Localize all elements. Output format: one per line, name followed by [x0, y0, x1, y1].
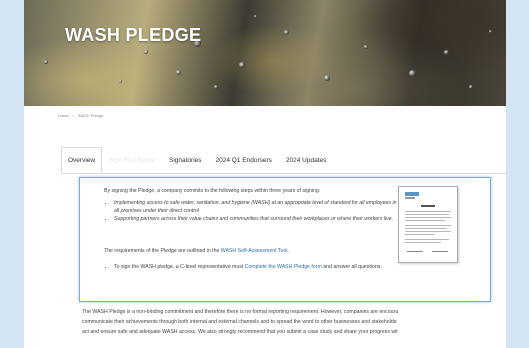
tab-signatories[interactable]: Signatories	[162, 147, 209, 173]
tab-sign-the-pledge[interactable]: Sign the Pledge	[102, 147, 162, 173]
sign-prefix: To sign the WASH pledge, a C-level repre…	[114, 264, 245, 270]
commitment-item: Supporting partners across their value c…	[114, 216, 399, 224]
hero-banner: WASH PLEDGE	[24, 0, 506, 106]
breadcrumb: Home / WASH Pledge	[58, 113, 103, 118]
page: WASH PLEDGE Home / WASH Pledge Overview Si…	[24, 0, 506, 348]
requirements-prefix: The requirements of the Pledge are outli…	[104, 248, 221, 254]
tab-bar: Overview Sign the Pledge Signatories 202…	[61, 147, 333, 174]
commitment-list: Implementing access to safe water, sanit…	[104, 200, 399, 225]
sign-suffix: and answer all questions.	[321, 264, 382, 270]
reporting-paragraph: The WASH Pledge is a non-binding commitm…	[82, 307, 506, 337]
breadcrumb-current: WASH Pledge	[77, 113, 104, 118]
pledge-form-link[interactable]: Complete the WASH Pledge form	[245, 264, 322, 270]
requirements-suffix: .	[287, 248, 289, 254]
tabs-divider	[61, 173, 506, 174]
page-title: WASH PLEDGE	[65, 25, 202, 45]
overview-panel: By signing the Pledge, a company commits…	[79, 177, 491, 302]
reporting-line: act and ensure safe and adequate WASH ac…	[82, 329, 398, 335]
sign-instructions: To sign the WASH pledge, a C-level repre…	[104, 264, 394, 272]
self-assessment-tool-link[interactable]: WASH Self-Assessment Tool	[221, 248, 288, 254]
pledge-document-thumbnail[interactable]	[398, 186, 458, 263]
pledge-intro: By signing the Pledge, a company commits…	[104, 188, 321, 194]
tab-2024-updates[interactable]: 2024 Updates	[279, 147, 333, 173]
reporting-line: The WASH Pledge is a non-binding commitm…	[82, 309, 399, 315]
tab-overview[interactable]: Overview	[61, 147, 103, 173]
commitment-item: Implementing access to safe water, sanit…	[114, 200, 399, 215]
requirements-text: The requirements of the Pledge are outli…	[104, 248, 289, 256]
sign-instruction-item: To sign the WASH pledge, a C-level repre…	[114, 264, 394, 272]
reporting-line: communicate their achievements through b…	[82, 319, 397, 325]
tab-2024-q1-endorsers[interactable]: 2024 Q1 Endorsers	[209, 147, 279, 173]
breadcrumb-separator: /	[72, 113, 74, 118]
breadcrumb-home-link[interactable]: Home	[58, 113, 69, 118]
